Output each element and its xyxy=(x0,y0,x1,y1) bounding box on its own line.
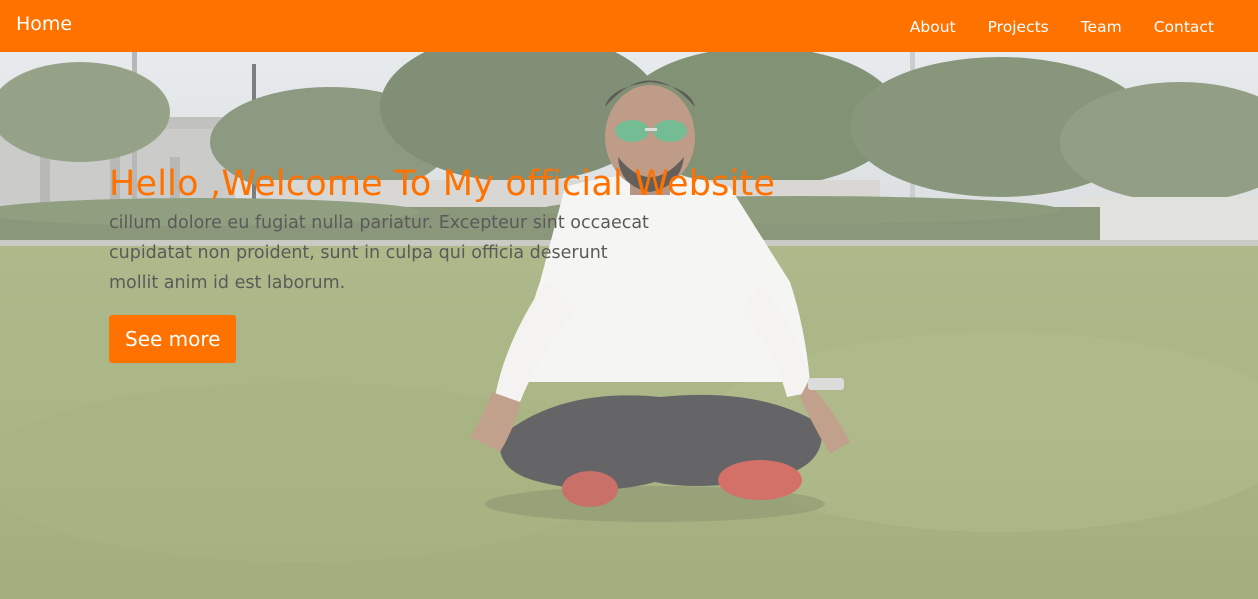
nav-link-team[interactable]: Team xyxy=(1081,18,1122,36)
nav-item-team: Team xyxy=(1081,17,1122,36)
nav-link-projects[interactable]: Projects xyxy=(988,18,1049,36)
nav-link-about[interactable]: About xyxy=(910,18,956,36)
see-more-button[interactable]: See more xyxy=(109,315,237,363)
nav-item-contact: Contact xyxy=(1154,17,1214,36)
nav-links: About Projects Team Contact xyxy=(910,0,1214,52)
nav-link-contact[interactable]: Contact xyxy=(1154,18,1214,36)
hero-description: cillum dolore eu fugiat nulla pariatur. … xyxy=(109,213,649,293)
navbar: Home About Projects Team Contact xyxy=(0,0,1258,52)
hero-title: Hello ,Welcome To My official Website xyxy=(109,164,776,204)
nav-item-projects: Projects xyxy=(988,17,1049,36)
page: Home About Projects Team Contact Hello ,… xyxy=(0,0,1258,599)
hero-content: Hello ,Welcome To My official Website ci… xyxy=(109,162,849,363)
nav-item-about: About xyxy=(910,17,956,36)
brand-home-link[interactable]: Home xyxy=(16,12,72,36)
